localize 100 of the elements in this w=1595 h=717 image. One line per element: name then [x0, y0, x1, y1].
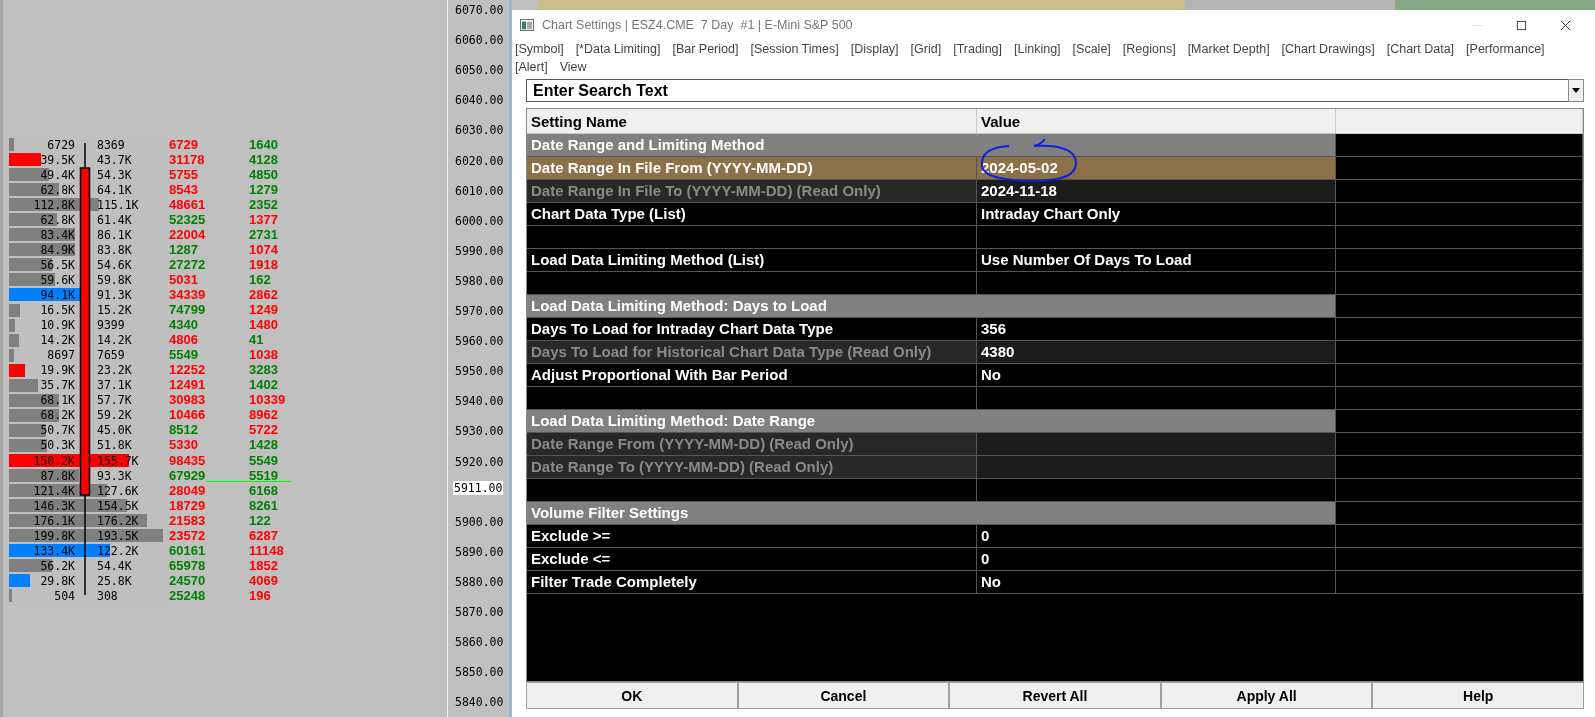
- table-cell[interactable]: Intraday Chart Only: [977, 203, 1336, 226]
- price-label: 5980.00: [454, 273, 505, 288]
- tab[interactable]: [Session Times]: [750, 40, 839, 58]
- tab[interactable]: [Scale]: [1072, 40, 1111, 58]
- delta-value: 2352: [249, 197, 278, 212]
- tab[interactable]: [Chart Drawings]: [1281, 40, 1375, 58]
- delta-value: 8261: [249, 498, 278, 513]
- delta-value: 4340: [169, 318, 199, 333]
- tab[interactable]: [Alert]: [515, 58, 548, 76]
- tab[interactable]: [Performance]: [1466, 40, 1545, 58]
- volume-value: 68.1K: [39, 393, 75, 408]
- volume-value: 54.4K: [97, 558, 133, 573]
- table-cell[interactable]: [977, 433, 1336, 456]
- table-cell[interactable]: Date Range In File From (YYYY-MM-DD): [527, 157, 977, 180]
- tab[interactable]: [Display]: [850, 40, 899, 58]
- table-cell[interactable]: 4380: [977, 341, 1336, 364]
- delta-value: 5722: [249, 423, 278, 438]
- volume-value: 56.2K: [39, 558, 75, 573]
- tab[interactable]: [Market Depth]: [1187, 40, 1270, 58]
- delta-value: 27272: [169, 257, 205, 272]
- tab[interactable]: [Regions]: [1122, 40, 1176, 58]
- delta-value: 5519: [249, 468, 278, 483]
- table-cell[interactable]: Chart Data Type (List): [527, 203, 977, 226]
- dialog-button[interactable]: Help: [1372, 682, 1584, 709]
- table-cell[interactable]: Load Data Limiting Method (List): [527, 249, 977, 272]
- price-label: 6010.00: [454, 183, 505, 198]
- table-cell[interactable]: No: [977, 364, 1336, 387]
- volume-value: 29.8K: [39, 573, 75, 588]
- search-field[interactable]: Enter Search Text: [526, 79, 1568, 102]
- table-cell[interactable]: Adjust Proportional With Bar Period: [527, 364, 977, 387]
- volume-value: 84.9K: [39, 242, 75, 257]
- delta-value: 5031: [169, 272, 199, 287]
- volume-value: 62.8K: [39, 182, 75, 197]
- table-cell[interactable]: 2024-11-18: [977, 180, 1336, 203]
- volume-value: 308: [97, 588, 119, 603]
- maximize-icon[interactable]: [1516, 19, 1527, 31]
- table-cell[interactable]: Date Range From (YYYY-MM-DD) (Read Only): [527, 433, 977, 456]
- tab[interactable]: [Bar Period]: [672, 40, 739, 58]
- delta-value: 4850: [249, 167, 278, 182]
- delta-value: 1279: [249, 182, 278, 197]
- dialog-button[interactable]: Cancel: [737, 682, 950, 709]
- delta-value: 1377: [249, 212, 278, 227]
- tab[interactable]: [Trading]: [953, 40, 1003, 58]
- price-label: 5950.00: [454, 364, 505, 379]
- dialog-button[interactable]: Revert All: [949, 682, 1161, 709]
- dialog-button[interactable]: OK: [526, 682, 738, 709]
- delta-value: 1428: [249, 438, 278, 453]
- delta-value: 8962: [249, 408, 278, 423]
- volume-value: 25.8K: [97, 573, 133, 588]
- dialog-button[interactable]: Apply All: [1160, 682, 1373, 709]
- table-cell[interactable]: 0: [977, 548, 1336, 571]
- volume-value: 199.8K: [32, 528, 75, 543]
- volume-value: 83.8K: [97, 242, 133, 257]
- scrollbar[interactable]: [509, 0, 512, 717]
- delta-value: 52325: [169, 212, 205, 227]
- delta-value: 23572: [169, 528, 205, 543]
- delta-value: 1287: [169, 242, 199, 257]
- delta-value: 1249: [249, 303, 278, 318]
- table-cell[interactable]: Date Range In File To (YYYY-MM-DD) (Read Only): [527, 180, 977, 203]
- price-label: 5890.00: [454, 544, 505, 559]
- delta-value: 10466: [169, 408, 205, 423]
- tab[interactable]: [Chart Data]: [1386, 40, 1455, 58]
- volume-value: 87.8K: [39, 468, 75, 483]
- close-icon[interactable]: [1560, 19, 1571, 31]
- window-title: Chart Settings | ESZ4.CME 7 Day #1 | E-Mini S&P 500: [542, 18, 853, 32]
- table-cell[interactable]: Use Number Of Days To Load: [977, 249, 1336, 272]
- volume-value: 19.9K: [39, 363, 75, 378]
- delta-value: 4069: [249, 573, 278, 588]
- table-cell[interactable]: 0: [977, 525, 1336, 548]
- volume-value: 59.6K: [39, 272, 75, 287]
- delta-value: 74799: [169, 303, 205, 318]
- tab[interactable]: [Grid]: [910, 40, 942, 58]
- table-cell[interactable]: Filter Trade Completely: [527, 571, 977, 594]
- table-cell[interactable]: Days To Load for Historical Chart Data Type (Read Only): [527, 341, 977, 364]
- delta-value: 12491: [169, 378, 205, 393]
- delta-value: 4806: [169, 333, 199, 348]
- tab[interactable]: [*Data Limiting]: [575, 40, 661, 58]
- window-icon: [520, 19, 534, 31]
- column-header: Setting Name: [527, 109, 977, 134]
- price-label: 5990.00: [454, 243, 505, 258]
- price-label: 5900.00: [454, 514, 505, 529]
- delta-value: 41: [249, 333, 264, 348]
- tab[interactable]: [Linking]: [1014, 40, 1061, 58]
- tab[interactable]: View: [559, 58, 587, 76]
- delta-value: 67929: [169, 468, 205, 483]
- delta-value: 31178: [169, 152, 205, 167]
- table-cell[interactable]: Date Range To (YYYY-MM-DD) (Read Only): [527, 456, 977, 479]
- delta-value: 28049: [169, 483, 205, 498]
- table-cell[interactable]: Exclude <=: [527, 548, 977, 571]
- delta-value: 5755: [169, 167, 199, 182]
- table-cell[interactable]: [977, 456, 1336, 479]
- price-label: 6060.00: [454, 33, 505, 48]
- table-cell[interactable]: Exclude >=: [527, 525, 977, 548]
- volume-value: 6729: [46, 137, 75, 152]
- delta-value: 1852: [249, 558, 278, 573]
- dropdown-button[interactable]: [1568, 79, 1584, 102]
- volume-value: 51.8K: [97, 438, 133, 453]
- volume-value: 94.1K: [39, 288, 75, 302]
- table-cell[interactable]: No: [977, 571, 1336, 594]
- tab[interactable]: [Symbol]: [515, 40, 564, 58]
